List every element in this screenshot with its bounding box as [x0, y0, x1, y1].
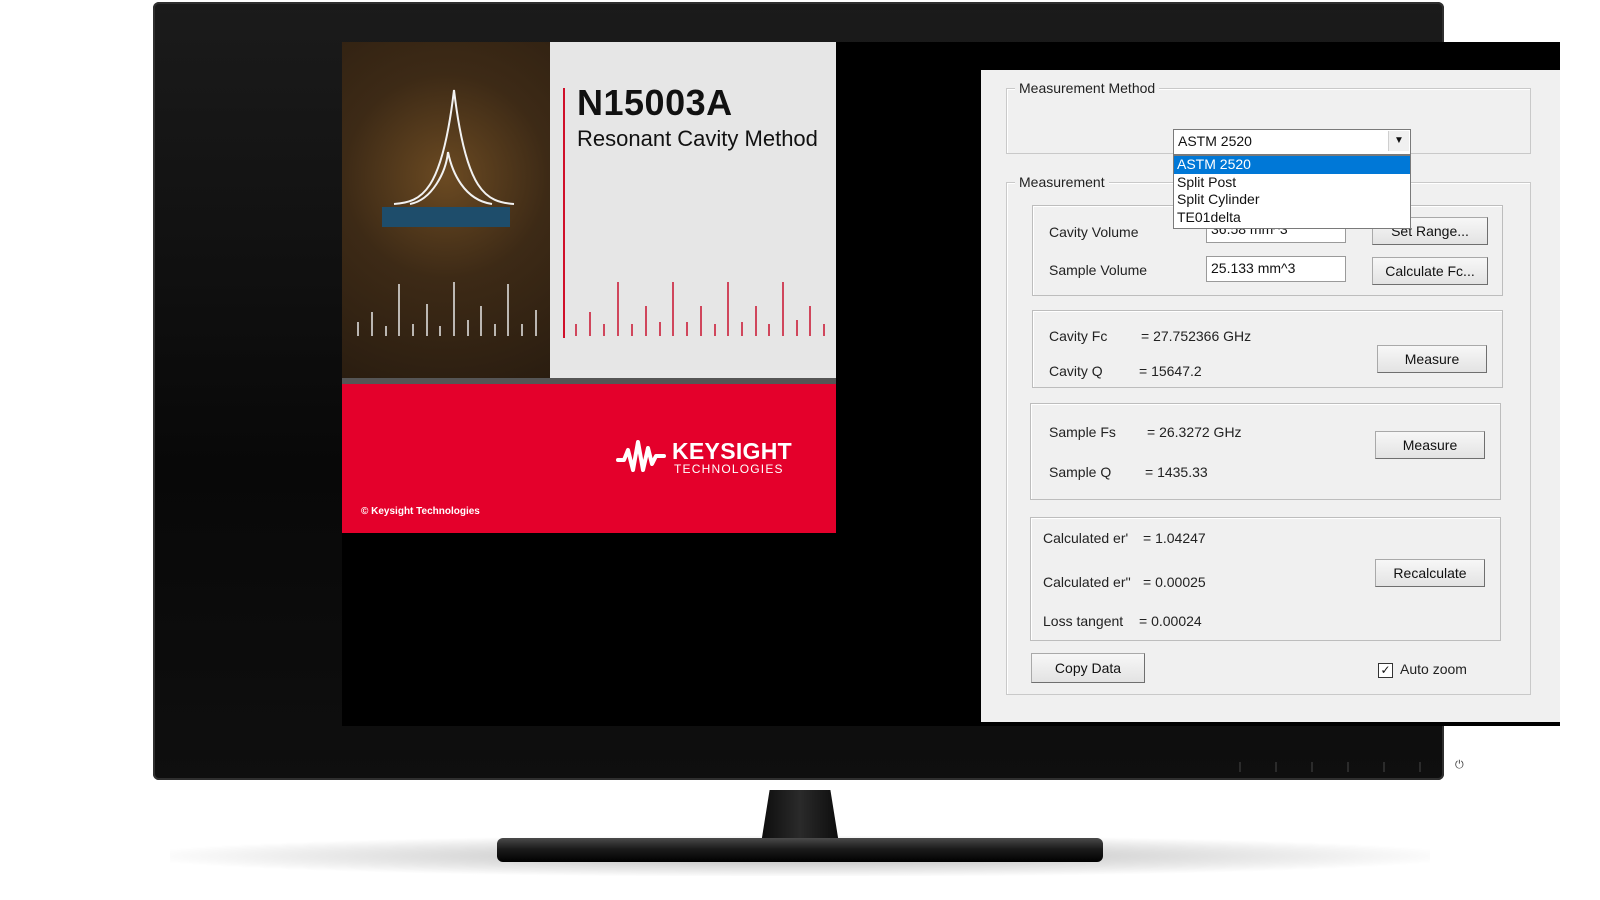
splash-brand-panel: KEYSIGHT TECHNOLOGIES © Keysight Technol… [342, 384, 836, 533]
er-imag-value: = 0.00025 [1143, 574, 1206, 590]
er-imag-label: Calculated er'' [1043, 574, 1131, 590]
brand-subtitle: TECHNOLOGIES [674, 462, 784, 476]
sample-q-label: Sample Q [1049, 464, 1112, 480]
cavity-volume-label: Cavity Volume [1049, 224, 1139, 240]
copy-data-button[interactable]: Copy Data [1031, 653, 1145, 683]
method-option-split-cylinder[interactable]: Split Cylinder [1174, 191, 1410, 209]
calculate-fc-button[interactable]: Calculate Fc... [1372, 257, 1488, 285]
splash-screen: N15003A Resonant Cavity Method KEYSIGHT … [342, 42, 836, 533]
measure-cavity-button[interactable]: Measure [1377, 345, 1487, 373]
monitor-bezel: ⏻ N15003A Resonant Cavity Method KEYSIGH… [153, 2, 1560, 780]
loss-tangent-label: Loss tangent [1043, 613, 1124, 629]
measurement-method-dropdown: ASTM 2520 Split Post Split Cylinder TE01… [1173, 155, 1411, 229]
product-name: Resonant Cavity Method [577, 126, 818, 151]
cavity-fc-value: = 27.752366 GHz [1141, 328, 1252, 344]
method-option-te01delta[interactable]: TE01delta [1174, 209, 1410, 227]
auto-zoom-checkbox[interactable]: ✓ [1378, 663, 1393, 678]
loss-tangent-value: = 0.00024 [1139, 613, 1202, 629]
monitor-control-buttons [1239, 760, 1479, 780]
keysight-wave-logo-icon [616, 440, 666, 472]
er-real-label: Calculated er' [1043, 530, 1129, 546]
er-real-value: = 1.04247 [1143, 530, 1206, 546]
monitor-stand [497, 838, 1103, 862]
cavity-q-value: = 15647.2 [1139, 363, 1202, 379]
method-option-astm-2520[interactable]: ASTM 2520 [1174, 156, 1410, 174]
cavity-fc-label: Cavity Fc [1049, 328, 1108, 344]
measurement-method-select[interactable]: ASTM 2520 ▼ [1173, 129, 1411, 155]
checkmark-icon: ✓ [1380, 663, 1391, 677]
method-option-split-post[interactable]: Split Post [1174, 174, 1410, 192]
sample-fs-label: Sample Fs [1049, 424, 1116, 440]
measurement-dialog: Measurement Method ASTM 2520 ▼ ASTM 2520… [981, 70, 1560, 722]
measurement-legend: Measurement [1015, 174, 1109, 190]
sample-fs-value: = 26.3272 GHz [1147, 424, 1242, 440]
copyright-text: © Keysight Technologies [361, 506, 480, 517]
title-accent-line [563, 88, 565, 338]
chevron-down-icon[interactable]: ▼ [1388, 131, 1409, 151]
measurement-method-group: Measurement Method ASTM 2520 ▼ ASTM 2520… [1006, 80, 1531, 229]
measure-sample-button[interactable]: Measure [1375, 431, 1485, 459]
sample-volume-input[interactable]: 25.133 mm^3 [1206, 256, 1346, 282]
sample-results-panel: Sample Fs = 26.3272 GHz Sample Q = 1435.… [1030, 403, 1501, 500]
calculated-results-panel: Calculated er' = 1.04247 Calculated er''… [1030, 517, 1501, 641]
measurement-method-legend: Measurement Method [1015, 80, 1160, 96]
cavity-q-label: Cavity Q [1049, 363, 1103, 379]
auto-zoom-label[interactable]: Auto zoom [1400, 661, 1467, 677]
brand-name: KEYSIGHT [672, 438, 792, 464]
product-code: N15003A [577, 82, 733, 123]
sample-q-value: = 1435.33 [1145, 464, 1208, 480]
cavity-results-panel: Cavity Fc = 27.752366 GHz Cavity Q = 156… [1032, 310, 1503, 388]
power-icon: ⏻ [1455, 759, 1464, 771]
resonance-peak-icon [357, 89, 537, 336]
selected-method: ASTM 2520 [1178, 133, 1252, 149]
monitor-screen: N15003A Resonant Cavity Method KEYSIGHT … [342, 42, 1560, 726]
recalculate-button[interactable]: Recalculate [1375, 559, 1485, 587]
measurement-group: Measurement Cavity Volume 36.58 mm^3 Set… [1006, 174, 1531, 695]
sample-volume-label: Sample Volume [1049, 262, 1148, 278]
splash-artwork [342, 42, 550, 378]
